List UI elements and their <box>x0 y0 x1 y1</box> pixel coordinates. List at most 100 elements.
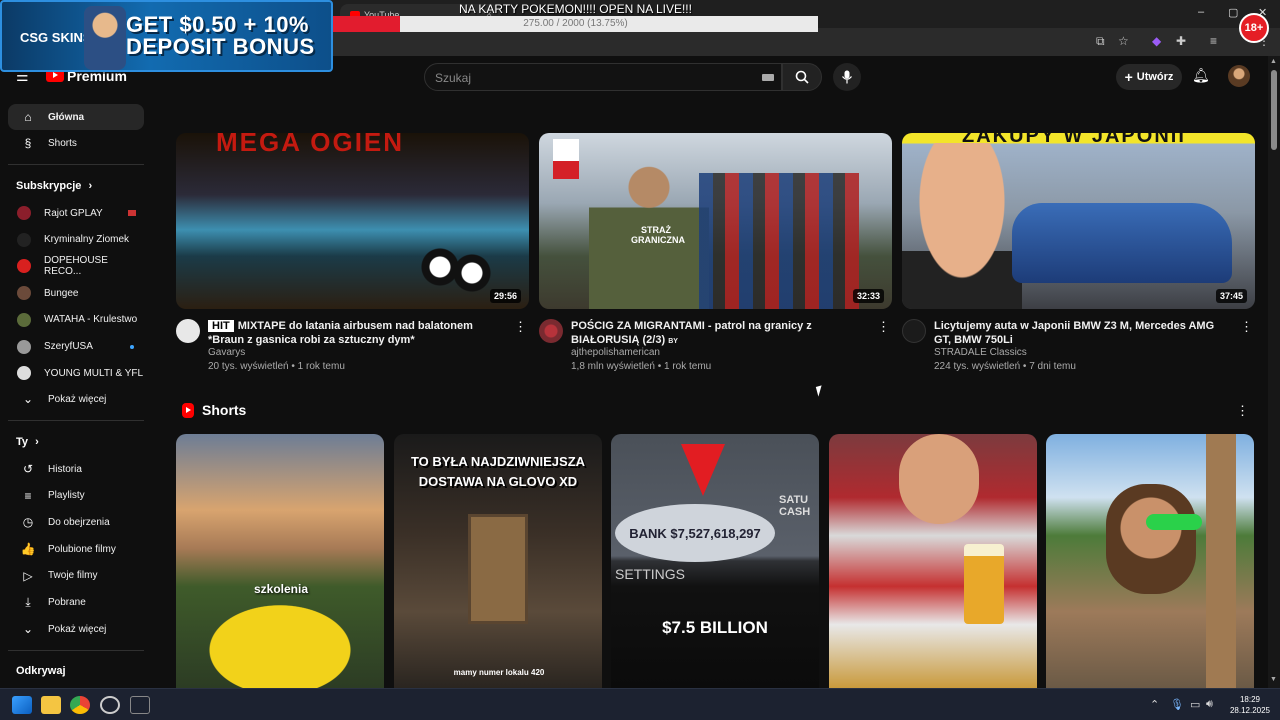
install-icon[interactable]: ⧉ <box>1096 34 1105 49</box>
video-card[interactable]: MEGA OGIEN 29:56 HIT MIXTAPE do latania a… <box>176 133 529 387</box>
chevron-down-icon: ⌄ <box>22 392 34 406</box>
media-icon[interactable]: ≡ <box>1210 34 1217 48</box>
sidebar-item-label: YOUNG MULTI & YFL <box>44 367 144 379</box>
you-header[interactable]: Ty › <box>16 436 39 448</box>
sidebar-item-label: Kryminalny Ziomek <box>44 234 130 246</box>
short-card[interactable] <box>829 434 1037 688</box>
system-clock[interactable]: 18:29 28.12.2025 <box>1226 694 1274 716</box>
goal-title: NA KARTY POKEMON!!!! OPEN NA LIVE!!! <box>459 2 692 16</box>
playlist-icon: ≡ <box>24 488 32 503</box>
sidebar-item-home[interactable]: ⌂ Główna <box>8 104 144 130</box>
puzzle-icon[interactable]: ✚ <box>1176 34 1186 48</box>
ad-text: GET $0.50 + 10% DEPOSIT BONUS <box>126 12 315 59</box>
migrants-image <box>699 173 859 309</box>
more-actions-icon[interactable]: ⋮ <box>1240 319 1253 335</box>
mic-tray-icon[interactable]: 🎙︎ <box>1170 698 1184 711</box>
scroll-down-icon[interactable]: ▼ <box>1270 676 1277 683</box>
sidebar-item-you[interactable]: ≡ Playlisty <box>8 483 144 509</box>
plus-icon: + <box>1124 69 1133 85</box>
extension-icon[interactable]: ◆ <box>1152 34 1161 48</box>
app-icon[interactable] <box>130 696 150 714</box>
sidebar-item-subscription[interactable]: WATAHA - Krulestwo <box>8 307 144 333</box>
sidebar-item-label: Historia <box>48 463 82 475</box>
video-title[interactable]: HIT MIXTAPE do latania airbusem nad balat… <box>208 319 508 347</box>
you-show-more[interactable]: ⌄ Pokaż więcej <box>8 616 144 642</box>
more-actions-icon[interactable]: ⋮ <box>877 319 890 335</box>
obs-icon[interactable] <box>100 696 120 714</box>
short-card[interactable]: szkolenia <box>176 434 384 688</box>
sidebar: ⌂ Główna § Shorts Subskrypcje › Rajot GP… <box>0 98 160 688</box>
channel-avatar[interactable] <box>902 319 926 343</box>
avatar[interactable] <box>1228 65 1250 87</box>
short-card[interactable]: BANK $7,527,618,297 SATU CASH SETTINGS $… <box>611 434 819 688</box>
history-icon: ↺ <box>22 462 34 476</box>
search-button[interactable] <box>782 63 822 91</box>
subs-show-more[interactable]: ⌄ Pokaż więcej <box>8 386 144 412</box>
create-button[interactable]: + Utwórz <box>1116 64 1182 90</box>
sidebar-item-label: Rajot GPLAY <box>44 207 103 219</box>
short-subcaption: mamy numer lokalu 420 <box>453 668 545 677</box>
shorts-section-header: Shorts <box>182 402 246 418</box>
fan-face-image <box>899 434 979 524</box>
sidebar-item-shorts[interactable]: § Shorts <box>8 130 144 156</box>
scroll-thumb[interactable] <box>1271 70 1277 150</box>
channel-name[interactable]: Gavarys <box>208 347 245 358</box>
sidebar-item-subscription[interactable]: SzeryfUSA <box>8 334 144 360</box>
channel-avatar <box>17 286 31 301</box>
sidebar-item-you[interactable]: ◷ Do obejrzenia <box>8 509 144 535</box>
volume-icon[interactable]: 🔊︎ <box>1206 698 1213 711</box>
shorts-icon: § <box>24 136 32 150</box>
video-card[interactable]: ZAKUPY W JAPONII 37:45 Licytujemy auta w… <box>902 133 1255 387</box>
short-card[interactable]: TO BYŁA NAJDZIWNIEJSZA DOSTAWA NA GLOVO … <box>394 434 602 688</box>
sidebar-item-label: Shorts <box>48 137 77 149</box>
video-card[interactable]: STRAŻ GRANICZNA 32:33 POŚCIG ZA MIGRANTA… <box>539 133 892 387</box>
sidebar-item-you[interactable]: ⤓ Pobrane <box>8 590 144 616</box>
sidebar-item-subscription[interactable]: DOPEHOUSE RECO... <box>8 253 144 279</box>
channel-name[interactable]: ajthepolishamerican <box>571 347 660 358</box>
video-thumbnail[interactable]: MEGA OGIEN 29:56 <box>176 133 529 309</box>
star-icon[interactable]: ☆ <box>1118 34 1129 48</box>
channel-avatar <box>17 366 31 381</box>
video-title[interactable]: POŚCIG ZA MIGRANTAMI - patrol na granicy… <box>571 319 871 349</box>
sidebar-item-subscription[interactable]: Kryminalny Ziomek <box>8 227 144 253</box>
windows-start-icon[interactable] <box>12 696 32 714</box>
sidebar-item-you[interactable]: 👍 Polubione filmy <box>8 536 144 562</box>
sidebar-item-subscription[interactable]: Bungee <box>8 280 144 306</box>
network-icon[interactable]: ▭ <box>1190 698 1200 711</box>
channel-avatar[interactable] <box>176 319 200 343</box>
shorts-more-icon[interactable]: ⋮ <box>1236 403 1249 419</box>
duration-badge: 37:45 <box>1215 289 1247 303</box>
voice-search-button[interactable] <box>833 63 861 91</box>
more-actions-icon[interactable]: ⋮ <box>514 319 527 335</box>
channel-avatar[interactable] <box>539 319 563 343</box>
search-input[interactable]: Szukaj <box>424 63 782 91</box>
tray-chevron-icon[interactable]: ⌃ <box>1150 698 1159 711</box>
sidebar-item-you[interactable]: ▷ Twoje filmy <box>8 563 144 589</box>
shorts-logo-icon <box>182 402 194 418</box>
short-caption: TO BYŁA NAJDZIWNIEJSZA DOSTAWA NA GLOVO … <box>410 454 586 489</box>
sidebar-item-label: Playlisty <box>48 490 85 502</box>
minimize-icon[interactable]: – <box>1198 6 1204 18</box>
explore-header: Odkrywaj <box>16 665 66 677</box>
sidebar-item-subscription[interactable]: Rajot GPLAY <box>8 200 144 226</box>
sidebar-item-subscription[interactable]: YOUNG MULTI & YFL <box>8 360 144 386</box>
notifications-bell-icon[interactable]: 🔔︎ <box>1192 67 1210 84</box>
file-explorer-icon[interactable] <box>41 696 61 714</box>
chrome-icon[interactable] <box>70 696 90 714</box>
keyboard-icon[interactable] <box>762 74 774 81</box>
clock-icon: ◷ <box>22 515 34 530</box>
channel-avatar <box>17 259 31 274</box>
page-scrollbar[interactable]: ▲ ▼ <box>1268 56 1280 688</box>
yellow-car-image <box>176 584 384 688</box>
sidebar-item-you[interactable]: ↺ Historia <box>8 456 144 482</box>
scroll-up-icon[interactable]: ▲ <box>1270 58 1277 65</box>
video-thumbnail[interactable]: STRAŻ GRANICZNA 32:33 <box>539 133 892 309</box>
maximize-icon[interactable]: ▢ <box>1228 6 1238 19</box>
short-card[interactable] <box>1046 434 1254 688</box>
subscriptions-header[interactable]: Subskrypcje › <box>16 180 92 192</box>
channel-name[interactable]: STRADALE Classics <box>934 347 1027 358</box>
sidebar-item-label: DOPEHOUSE RECO... <box>44 255 108 278</box>
video-title[interactable]: Licytujemy auta w Japonii BMW Z3 M, Merc… <box>934 319 1234 347</box>
video-thumbnail[interactable]: ZAKUPY W JAPONII 37:45 <box>902 133 1255 309</box>
beer-glass-image <box>964 544 1004 624</box>
